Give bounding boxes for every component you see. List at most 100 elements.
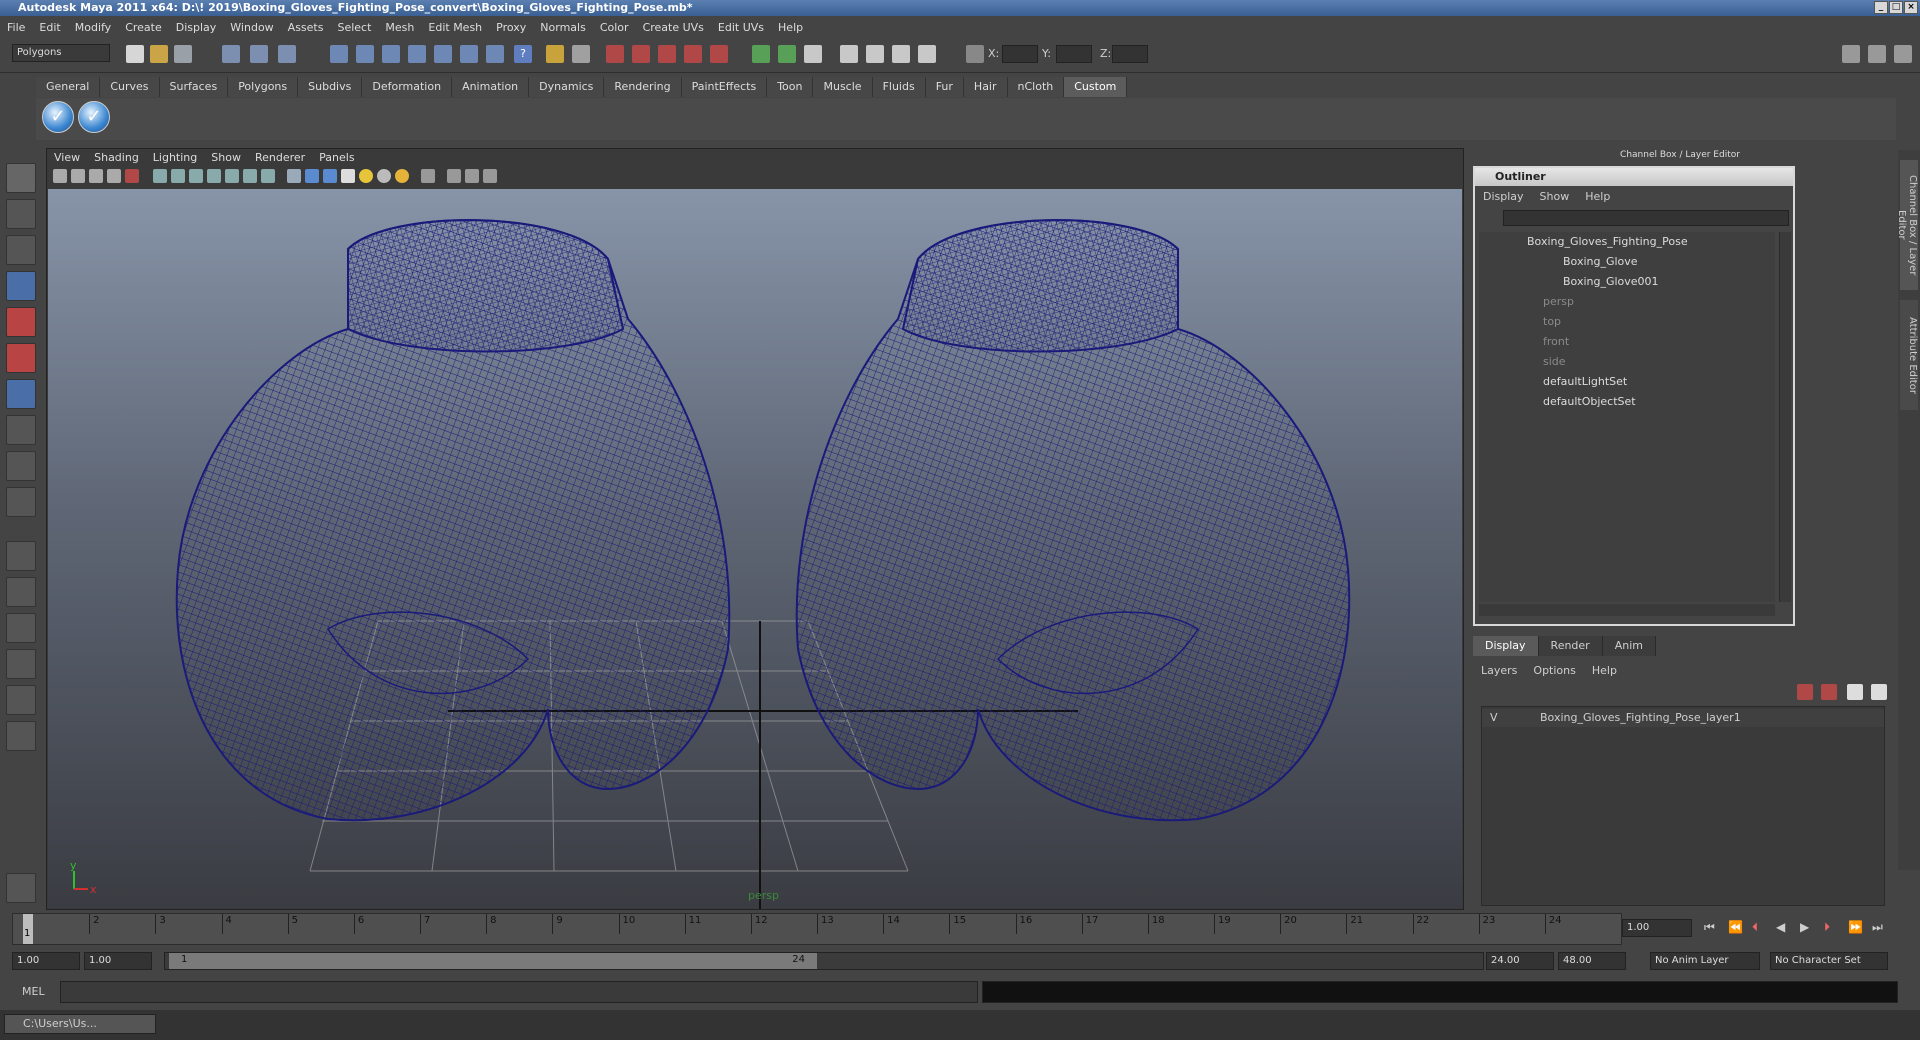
- minimize-button[interactable]: _: [1874, 1, 1888, 14]
- custom-shelf-button-2[interactable]: ✓: [78, 101, 110, 133]
- menu-create-uvs[interactable]: Create UVs: [636, 21, 711, 34]
- layer-tab-render[interactable]: Render: [1538, 636, 1603, 656]
- single-view-layout-icon[interactable]: [6, 541, 36, 571]
- new-layer-selected-icon[interactable]: [1821, 684, 1837, 700]
- end-time-field[interactable]: 48.00: [1558, 952, 1626, 970]
- graph-layout-icon[interactable]: [6, 649, 36, 679]
- shelf-tab-dynamics[interactable]: Dynamics: [529, 77, 605, 97]
- render-view-icon[interactable]: [710, 45, 728, 63]
- shelf-tab-surfaces[interactable]: Surfaces: [159, 77, 229, 97]
- outliner-vertical-scrollbar[interactable]: [1779, 232, 1791, 602]
- image-plane-view-icon[interactable]: [107, 169, 121, 183]
- isolate-select-icon[interactable]: [421, 169, 435, 183]
- layer-visibility-toggle[interactable]: V: [1490, 711, 1498, 724]
- playback-end-field[interactable]: 24.00: [1486, 952, 1554, 970]
- toggle-channel-box-icon[interactable]: [1894, 45, 1912, 63]
- outliner-item-persp[interactable]: persp: [1543, 292, 1574, 312]
- gate-mask-icon[interactable]: [207, 169, 221, 183]
- outliner-horizontal-scrollbar[interactable]: [1479, 604, 1775, 616]
- menu-assets[interactable]: Assets: [281, 21, 331, 34]
- shelf-tab-custom[interactable]: Custom: [1064, 77, 1128, 97]
- xray-icon[interactable]: [447, 169, 461, 183]
- viewport-menu-renderer[interactable]: Renderer: [248, 149, 312, 167]
- history-icon[interactable]: [460, 45, 478, 63]
- viewport-menu-show[interactable]: Show: [204, 149, 248, 167]
- new-scene-icon[interactable]: [126, 45, 144, 63]
- grid-toggle-icon[interactable]: [153, 169, 167, 183]
- range-slider-track[interactable]: 1 24: [164, 952, 1484, 970]
- step-forward-key-icon[interactable]: ⏵: [1824, 920, 1830, 935]
- open-scene-icon[interactable]: [150, 45, 168, 63]
- manipulator-tool-icon[interactable]: [6, 379, 36, 409]
- mouse-icon[interactable]: [6, 873, 36, 903]
- current-time-field[interactable]: 1.00: [1622, 919, 1692, 937]
- menu-normals[interactable]: Normals: [533, 21, 593, 34]
- image-plane-icon[interactable]: [918, 45, 936, 63]
- hud-icon[interactable]: [483, 169, 497, 183]
- shelf-tab-animation[interactable]: Animation: [452, 77, 530, 97]
- viewport-menu-shading[interactable]: Shading: [87, 149, 146, 167]
- camera-icon[interactable]: [840, 45, 858, 63]
- menu-window[interactable]: Window: [223, 21, 280, 34]
- menu-modify[interactable]: Modify: [68, 21, 118, 34]
- safe-action-icon[interactable]: [243, 169, 257, 183]
- bookmark-icon[interactable]: [892, 45, 910, 63]
- new-layer-icon[interactable]: [1797, 684, 1813, 700]
- move-up-icon[interactable]: [1847, 684, 1863, 700]
- move-tool-icon[interactable]: [6, 271, 36, 301]
- viewport-menu-view[interactable]: View: [47, 149, 87, 167]
- save-scene-icon[interactable]: [174, 45, 192, 63]
- hypershade-icon[interactable]: [684, 45, 702, 63]
- shelf-tab-hair[interactable]: Hair: [963, 77, 1008, 97]
- time-slider[interactable]: 1234567891011121314151617181920212223241: [12, 913, 1622, 945]
- ipr-render-icon[interactable]: [632, 45, 650, 63]
- shelf-tab-curves[interactable]: Curves: [100, 77, 160, 97]
- shelf-tab-toon[interactable]: Toon: [767, 77, 814, 97]
- layer-name[interactable]: Boxing_Gloves_Fighting_Pose_layer1: [1540, 711, 1741, 724]
- y-field[interactable]: [1056, 45, 1092, 63]
- hypershade-layout-icon[interactable]: [6, 685, 36, 715]
- layer-menu-help[interactable]: Help: [1584, 664, 1625, 677]
- scale-tool-icon[interactable]: [6, 343, 36, 373]
- minimized-window[interactable]: C:\Users\Us...: [4, 1014, 156, 1034]
- anim-layer-dropdown[interactable]: No Anim Layer: [1650, 952, 1760, 970]
- menu-select[interactable]: Select: [330, 21, 378, 34]
- shelf-tab-rendering[interactable]: Rendering: [604, 77, 682, 97]
- play-forward-icon[interactable]: ▶: [1800, 920, 1809, 934]
- shelf-tab-general[interactable]: General: [36, 77, 101, 97]
- outliner-item-default-light-set[interactable]: defaultLightSet: [1543, 372, 1627, 392]
- shelf-tab-polygons[interactable]: Polygons: [228, 77, 299, 97]
- select-hierarchy-icon[interactable]: [222, 45, 240, 63]
- paint-select-tool-icon[interactable]: [6, 235, 36, 265]
- select-component-icon[interactable]: [278, 45, 296, 63]
- shelf-tab-muscle[interactable]: Muscle: [813, 77, 873, 97]
- range-slider-handle[interactable]: 1 24: [169, 953, 817, 969]
- layer-menu-layers[interactable]: Layers: [1473, 664, 1525, 677]
- select-object-icon[interactable]: [250, 45, 268, 63]
- smooth-shade-icon[interactable]: [305, 169, 319, 183]
- snap-live-icon[interactable]: [434, 45, 452, 63]
- play-backward-icon[interactable]: ◀: [1776, 920, 1785, 934]
- snap-curve-icon[interactable]: [356, 45, 374, 63]
- sculpt-icon[interactable]: [752, 45, 770, 63]
- viewport-menu-lighting[interactable]: Lighting: [146, 149, 204, 167]
- character-set-dropdown[interactable]: No Character Set: [1770, 952, 1888, 970]
- lock-icon[interactable]: [546, 45, 564, 63]
- z-field[interactable]: [1112, 45, 1148, 63]
- last-tool-icon[interactable]: [6, 487, 36, 517]
- bookmark-view-icon[interactable]: [89, 169, 103, 183]
- shelf-tab-deformation[interactable]: Deformation: [362, 77, 453, 97]
- menu-edit-uvs[interactable]: Edit UVs: [711, 21, 771, 34]
- start-time-field[interactable]: 1.00: [12, 952, 80, 970]
- menu-help[interactable]: Help: [771, 21, 810, 34]
- snap-view-plane-icon[interactable]: [408, 45, 426, 63]
- snap-point-icon[interactable]: [382, 45, 400, 63]
- mel-label[interactable]: MEL: [22, 985, 45, 998]
- outliner-filter-field[interactable]: [1503, 210, 1789, 226]
- textured-icon[interactable]: [341, 169, 355, 183]
- outliner-layout-icon[interactable]: [6, 613, 36, 643]
- menu-file[interactable]: File: [0, 21, 32, 34]
- shelf-tab-fluids[interactable]: Fluids: [872, 77, 926, 97]
- lasso-tool-icon[interactable]: [6, 199, 36, 229]
- outliner-item-top[interactable]: top: [1543, 312, 1561, 332]
